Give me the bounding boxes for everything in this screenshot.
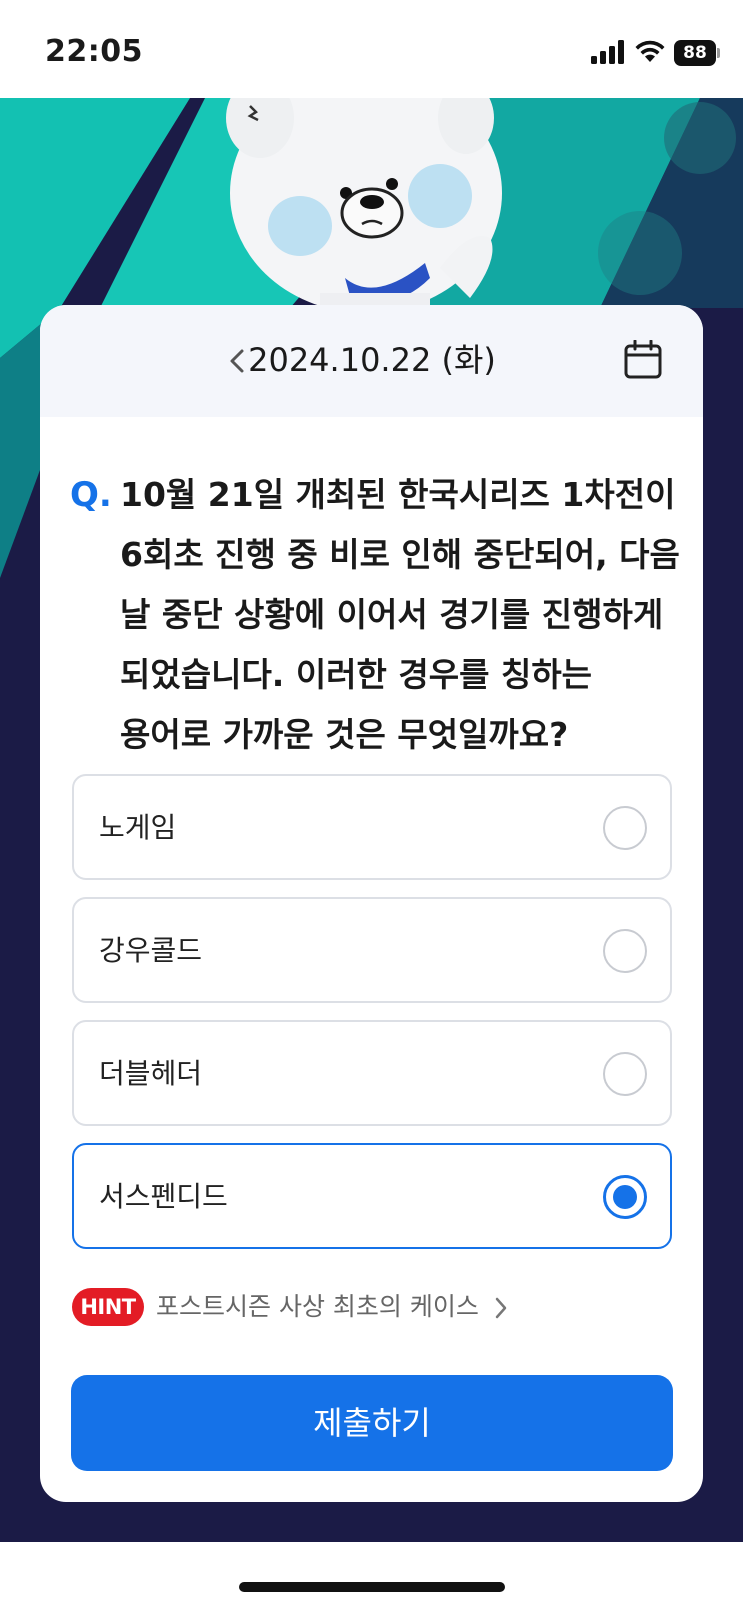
hint-badge: HINT [72, 1288, 144, 1326]
option-label: 서스펜디드 [99, 1180, 228, 1213]
battery-icon: 88 [674, 40, 720, 66]
battery-level: 88 [674, 40, 716, 66]
battery-tip [717, 48, 720, 58]
radio-button[interactable] [603, 929, 647, 973]
status-time: 22:05 [45, 34, 143, 69]
radio-button[interactable] [603, 806, 647, 850]
option-3[interactable]: 더블헤더 [72, 1020, 672, 1126]
status-bar: 22:05 88 [0, 0, 743, 98]
submit-button[interactable]: 제출하기 [71, 1375, 673, 1471]
radio-dot [613, 1185, 637, 1209]
option-2[interactable]: 강우콜드 [72, 897, 672, 1003]
option-label: 강우콜드 [99, 934, 203, 967]
signal-icon [591, 40, 624, 64]
radio-button[interactable] [603, 1052, 647, 1096]
option-label: 노게임 [99, 811, 177, 844]
option-1[interactable]: 노게임 [72, 774, 672, 880]
wifi-icon [635, 40, 665, 62]
chevron-right-icon [495, 1297, 507, 1319]
hint-text: 포스트시즌 사상 최초의 케이스 [156, 1292, 479, 1321]
question-text: 10월 21일 개최된 한국시리즈 1차전이 6회초 진행 중 비로 인해 중단… [120, 475, 680, 754]
radio-button-selected[interactable] [603, 1175, 647, 1219]
home-indicator[interactable] [239, 1582, 505, 1592]
question-mark-label: Q. [70, 475, 112, 515]
date-header: 2024.10.22 (화) [40, 305, 703, 417]
calendar-icon[interactable] [623, 340, 663, 380]
quiz-date: 2024.10.22 (화) [248, 341, 496, 379]
option-label: 더블헤더 [99, 1057, 203, 1090]
hint-link[interactable]: HINT 포스트시즌 사상 최초의 케이스 [72, 1286, 672, 1330]
quiz-card: 2024.10.22 (화) Q. 10월 21일 개최된 한국시리즈 1차전이… [40, 305, 703, 1502]
option-4[interactable]: 서스펜디드 [72, 1143, 672, 1249]
